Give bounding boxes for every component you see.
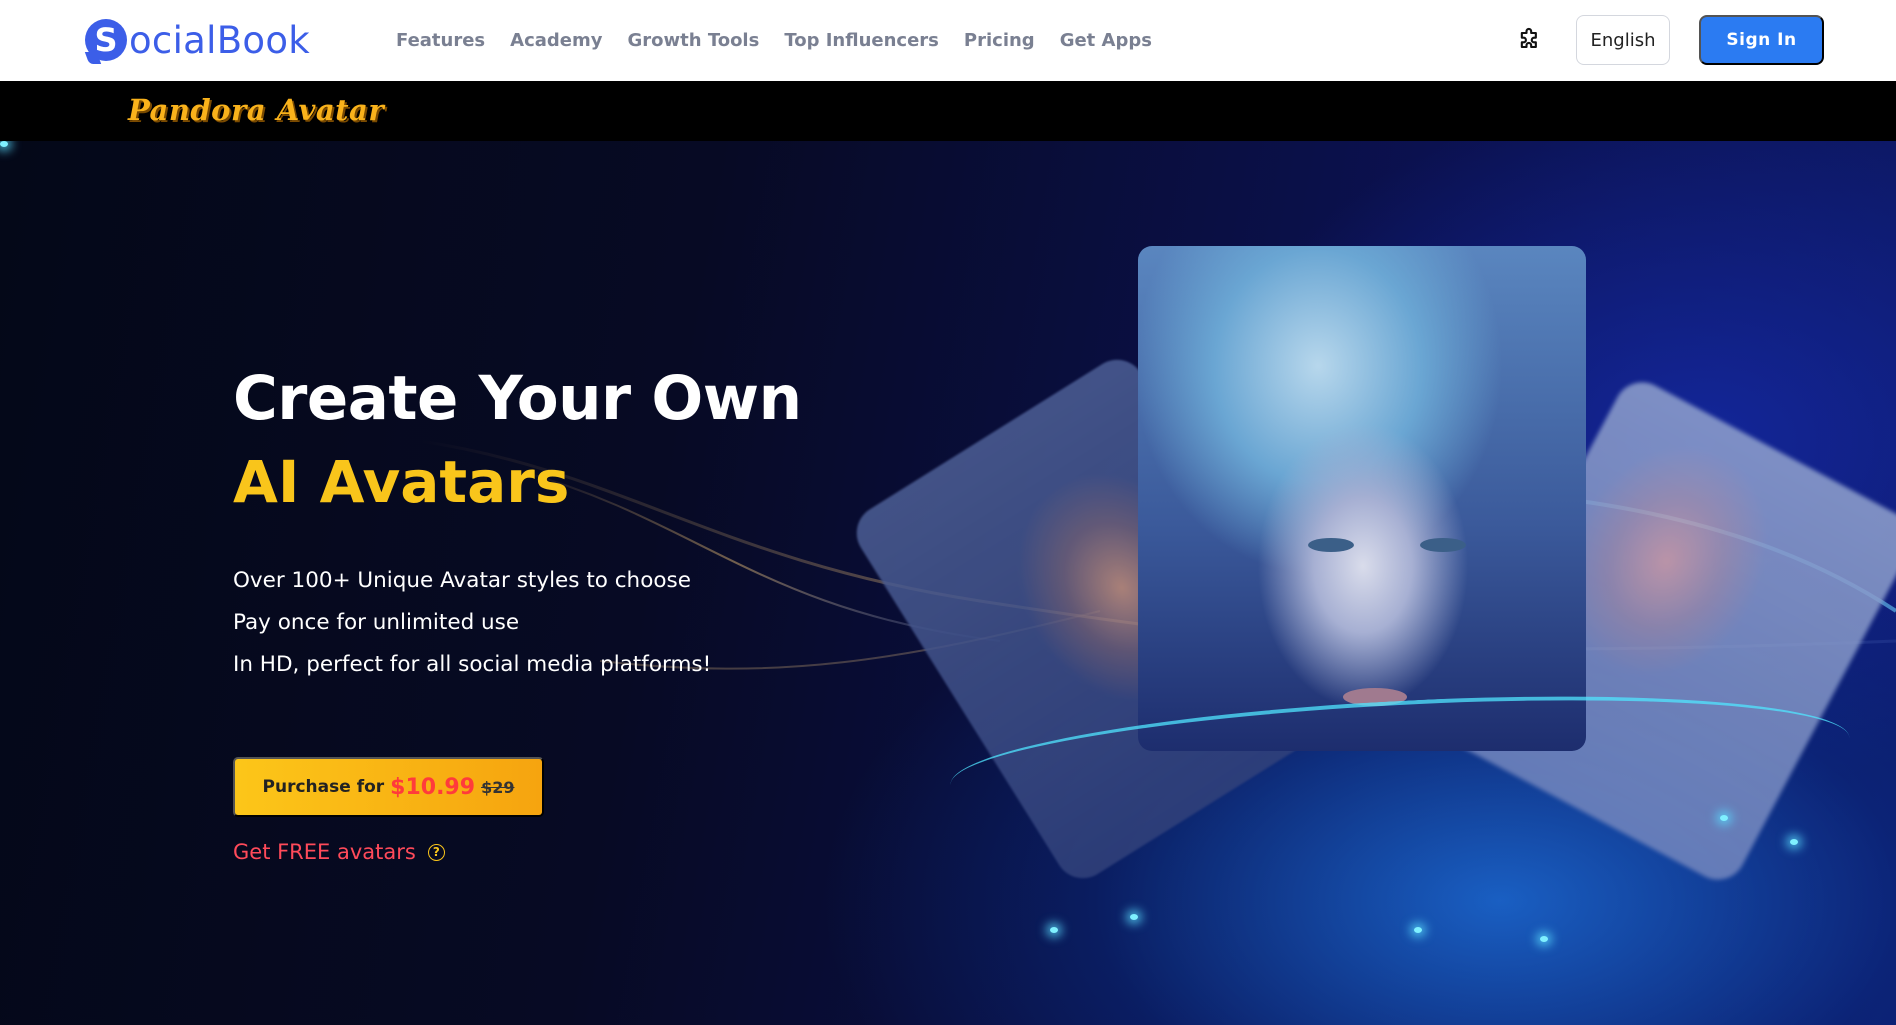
purchase-old-price: $29 — [481, 777, 515, 797]
avatar-eye-right — [1420, 538, 1466, 552]
purchase-button[interactable]: Purchase for $10.99 $29 — [233, 757, 544, 817]
feature-item: Pay once for unlimited use — [233, 610, 520, 635]
avatar-eye-left — [1308, 538, 1354, 552]
get-free-avatars-link[interactable]: Get FREE avatars ? — [233, 840, 445, 864]
logo-text: ocialBook — [129, 18, 310, 62]
hero-headline-line2: AI Avatars — [233, 448, 570, 516]
main-menu: Features Academy Growth Tools Top Influe… — [396, 0, 1177, 81]
nav-link-top-influencers[interactable]: Top Influencers — [784, 30, 939, 51]
nav-link-academy[interactable]: Academy — [510, 30, 602, 51]
avatar-preview-main — [1138, 246, 1586, 751]
sparkle-decoration — [1790, 839, 1798, 845]
hero-section: Create Your Own AI Avatars Over 100+ Uni… — [0, 141, 1896, 1025]
logo-mark: S — [85, 19, 127, 61]
nav-link-get-apps[interactable]: Get Apps — [1060, 30, 1152, 51]
socialbook-logo[interactable]: S ocialBook — [85, 17, 310, 63]
sparkle-decoration — [0, 141, 8, 147]
pandora-avatar-brand[interactable]: Pandora Avatar — [128, 93, 384, 127]
sparkle-decoration — [1414, 927, 1422, 933]
feature-item: In HD, perfect for all social media plat… — [233, 652, 712, 677]
nav-link-features[interactable]: Features — [396, 30, 485, 51]
sparkle-decoration — [1050, 927, 1058, 933]
nav-link-pricing[interactable]: Pricing — [964, 30, 1035, 51]
sparkle-decoration — [1540, 936, 1548, 942]
product-banner: Pandora Avatar — [0, 81, 1896, 141]
help-circle-icon[interactable]: ? — [427, 843, 445, 861]
free-link-label: Get FREE avatars — [233, 840, 416, 864]
sparkle-decoration — [1720, 815, 1728, 821]
sign-in-button[interactable]: Sign In — [1699, 15, 1824, 65]
purchase-label: Purchase for — [262, 777, 385, 797]
language-selector[interactable]: English — [1576, 15, 1670, 65]
hero-headline-line1: Create Your Own — [233, 363, 802, 434]
extension-puzzle-icon[interactable] — [1516, 26, 1544, 54]
top-navigation: S ocialBook Features Academy Growth Tool… — [0, 0, 1896, 81]
feature-item: Over 100+ Unique Avatar styles to choose — [233, 568, 691, 593]
sparkle-decoration — [1130, 914, 1138, 920]
nav-link-growth-tools[interactable]: Growth Tools — [627, 30, 759, 51]
purchase-price: $10.99 — [390, 774, 476, 800]
feature-list: Over 100+ Unique Avatar styles to choose… — [233, 560, 711, 686]
